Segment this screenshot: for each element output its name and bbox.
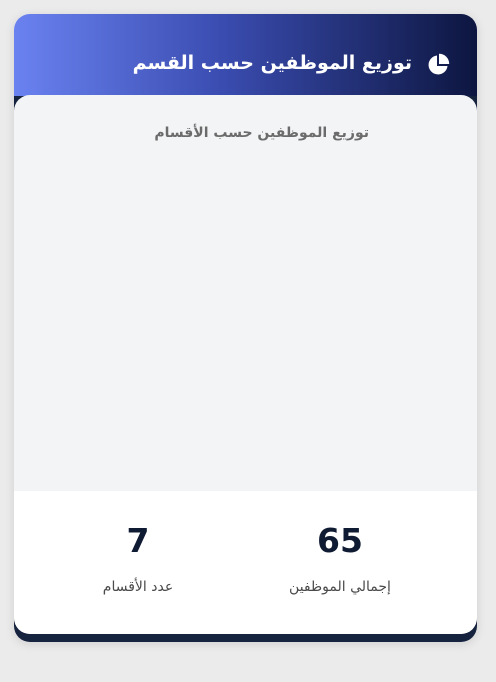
- chart-title: توزيع الموظفين حسب الأقسام: [154, 125, 369, 141]
- card-body: توزيع الموظفين حسب الأقسام 65 إجمالي الم…: [14, 95, 477, 634]
- total-employees-value: 65: [317, 521, 363, 560]
- stat-departments-count: 7 عدد الأقسام: [38, 491, 238, 595]
- stats-footer: 65 إجمالي الموظفين 7 عدد الأقسام: [14, 491, 477, 634]
- departments-count-value: 7: [126, 521, 150, 560]
- department-distribution-card: توزيع الموظفين حسب القسم توزيع الموظفين …: [14, 14, 477, 642]
- stat-total-employees: 65 إجمالي الموظفين: [240, 491, 440, 595]
- chart-area: [34, 155, 457, 485]
- departments-count-label: عدد الأقسام: [102, 579, 174, 595]
- total-employees-label: إجمالي الموظفين: [289, 579, 391, 595]
- card-title: توزيع الموظفين حسب القسم: [132, 52, 413, 74]
- pie-chart-icon: [428, 53, 450, 75]
